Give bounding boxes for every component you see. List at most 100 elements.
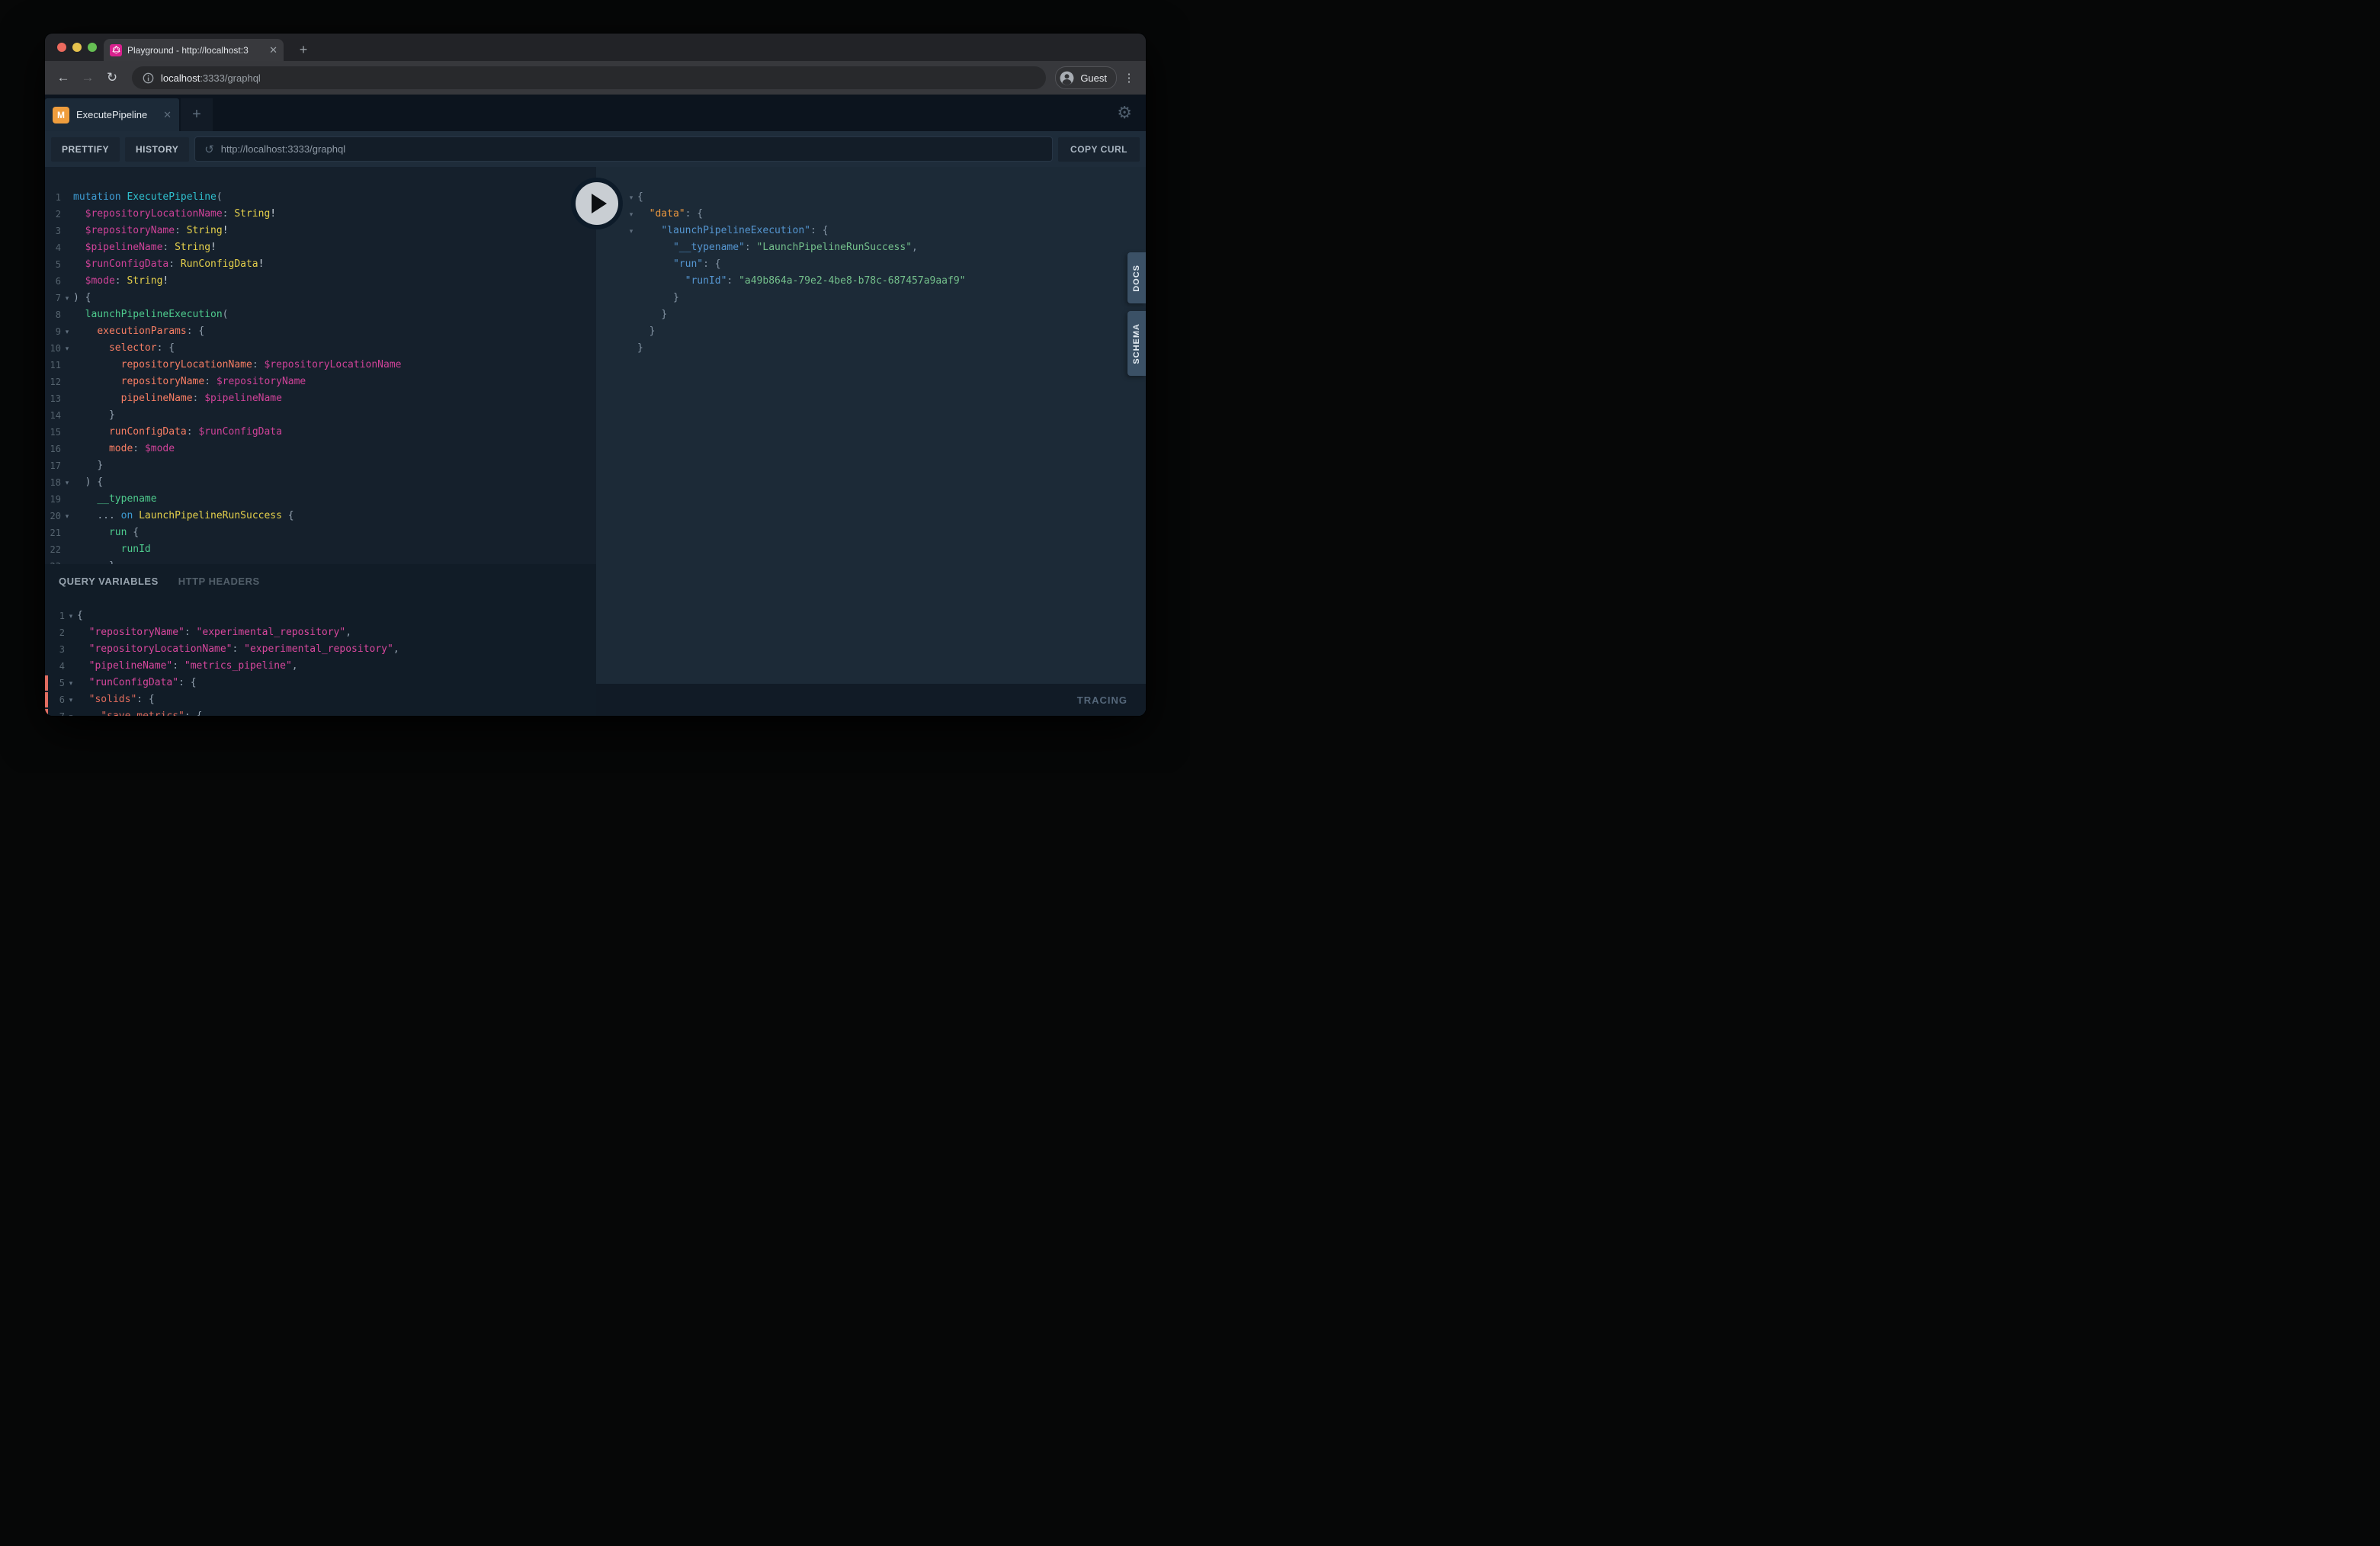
- code-line: 11 repositoryLocationName: $repositoryLo…: [45, 357, 596, 374]
- code-text: }: [637, 323, 1146, 340]
- play-circle: [576, 182, 618, 225]
- profile-label: Guest: [1080, 72, 1107, 84]
- line-number: 14: [45, 410, 61, 421]
- code-text: "repositoryName": "experimental_reposito…: [77, 624, 596, 641]
- code-text: "run": {: [637, 256, 1146, 273]
- code-line: 9▾ executionParams: {: [45, 323, 596, 340]
- fold-arrow-icon[interactable]: ▾: [61, 474, 73, 491]
- fold-arrow-icon[interactable]: ▾: [625, 223, 637, 239]
- address-bar[interactable]: localhost:3333/graphql: [132, 66, 1046, 89]
- code-text: }: [637, 340, 1146, 357]
- line-number: 3: [45, 226, 61, 236]
- settings-gear-icon[interactable]: ⚙: [1117, 104, 1146, 121]
- site-info-icon[interactable]: [143, 72, 154, 84]
- schema-side-tab[interactable]: SCHEMA: [1127, 311, 1146, 376]
- code-line: 20▾ ... on LaunchPipelineRunSuccess {: [45, 508, 596, 524]
- code-text: "runConfigData": {: [77, 675, 596, 691]
- tracing-label[interactable]: TRACING: [1077, 694, 1127, 706]
- fold-arrow-icon[interactable]: ▾: [625, 189, 637, 206]
- close-window-button[interactable]: [57, 43, 66, 52]
- reset-endpoint-icon[interactable]: ↺: [204, 143, 214, 156]
- line-number: 19: [45, 494, 61, 505]
- error-indicator: [45, 692, 48, 707]
- code-text: executionParams: {: [73, 323, 596, 340]
- code-line: 5▾ "runConfigData": {: [45, 675, 596, 691]
- playground-toolbar: PRETTIFY HISTORY ↺ http://localhost:3333…: [45, 131, 1146, 167]
- code-text: run {: [73, 524, 596, 541]
- line-number: 1: [45, 611, 65, 621]
- back-icon[interactable]: ←: [53, 67, 74, 88]
- graphql-playground: M ExecutePipeline ✕ + ⚙ PRETTIFY HISTORY…: [45, 95, 1146, 716]
- query-editor[interactable]: 1mutation ExecutePipeline(2 $repositoryL…: [45, 167, 596, 564]
- code-line: 10▾ selector: {: [45, 340, 596, 357]
- code-text: "data": {: [637, 206, 1146, 223]
- line-number: 21: [45, 528, 61, 538]
- tab-close-icon[interactable]: ✕: [269, 45, 277, 55]
- code-line: 17 }: [45, 457, 596, 474]
- browser-tab[interactable]: Playground - http://localhost:3 ✕: [104, 39, 284, 61]
- code-line: 7▾) {: [45, 290, 596, 306]
- code-text: }: [73, 457, 596, 474]
- line-number: 12: [45, 377, 61, 387]
- code-text: $repositoryLocationName: String!: [73, 206, 596, 223]
- line-number: 11: [45, 360, 61, 370]
- code-text: pipelineName: $pipelineName: [73, 390, 596, 407]
- minimize-window-button[interactable]: [72, 43, 82, 52]
- playground-main: 1mutation ExecutePipeline(2 $repositoryL…: [45, 167, 1146, 716]
- code-line: 13 pipelineName: $pipelineName: [45, 390, 596, 407]
- fold-arrow-icon[interactable]: ▾: [61, 508, 73, 524]
- fold-arrow-icon[interactable]: ▾: [625, 206, 637, 223]
- response-pane[interactable]: ▾{▾ "data": {▾ "launchPipelineExecution"…: [596, 167, 1146, 684]
- line-number: 6: [45, 276, 61, 287]
- fold-arrow-icon[interactable]: ▾: [65, 608, 77, 624]
- code-line: 3 $repositoryName: String!: [45, 223, 596, 239]
- browser-menu-icon[interactable]: ⋮: [1120, 69, 1138, 87]
- code-text: __typename: [73, 491, 596, 508]
- playground-new-tab-button[interactable]: +: [181, 98, 213, 131]
- fold-arrow-icon[interactable]: ▾: [61, 340, 73, 357]
- endpoint-input[interactable]: ↺ http://localhost:3333/graphql: [194, 136, 1053, 162]
- docs-side-tab[interactable]: DOCS: [1127, 252, 1146, 303]
- fold-arrow-icon[interactable]: ▾: [65, 708, 77, 716]
- profile-button[interactable]: Guest: [1055, 66, 1117, 89]
- line-number: 17: [45, 460, 61, 471]
- history-button[interactable]: HISTORY: [125, 137, 189, 162]
- fold-arrow-icon[interactable]: ▾: [61, 323, 73, 340]
- graphql-favicon-icon: [110, 44, 122, 56]
- code-line: 21 run {: [45, 524, 596, 541]
- line-number: 15: [45, 427, 61, 438]
- code-text: "solids": {: [77, 691, 596, 708]
- code-line: 4 $pipelineName: String!: [45, 239, 596, 256]
- code-text: }: [73, 407, 596, 424]
- playground-tab-close-icon[interactable]: ✕: [163, 109, 172, 121]
- line-number: 22: [45, 544, 61, 555]
- line-number: 23: [45, 561, 61, 564]
- tab-query-variables[interactable]: QUERY VARIABLES: [59, 576, 159, 587]
- fold-arrow-icon[interactable]: ▾: [61, 290, 73, 306]
- line-number: 4: [45, 661, 65, 672]
- new-tab-button[interactable]: +: [294, 40, 313, 59]
- reload-icon[interactable]: ↻: [101, 67, 123, 88]
- code-line: ▾ "data": {: [596, 206, 1146, 223]
- line-number: 9: [45, 326, 61, 337]
- screenshot-stage: Playground - http://localhost:3 ✕ + ← → …: [0, 0, 1190, 773]
- code-line: 15 runConfigData: $runConfigData: [45, 424, 596, 441]
- tab-http-headers[interactable]: HTTP HEADERS: [178, 576, 260, 587]
- code-line: 1▾{: [45, 608, 596, 624]
- forward-icon[interactable]: →: [77, 67, 98, 88]
- copy-curl-button[interactable]: COPY CURL: [1058, 137, 1140, 162]
- playground-tab-executepipeline[interactable]: M ExecutePipeline ✕: [45, 98, 179, 131]
- code-text: "runId": "a49b864a-79e2-4be8-b78c-687457…: [637, 273, 1146, 290]
- code-text: }: [637, 290, 1146, 306]
- prettify-button[interactable]: PRETTIFY: [51, 137, 120, 162]
- variables-editor[interactable]: 1▾{2 "repositoryName": "experimental_rep…: [45, 598, 596, 716]
- execute-button[interactable]: [571, 178, 623, 229]
- code-text: selector: {: [73, 340, 596, 357]
- variables-panel: QUERY VARIABLES HTTP HEADERS 1▾{2 "repos…: [45, 564, 596, 716]
- maximize-window-button[interactable]: [88, 43, 97, 52]
- line-number: 2: [45, 209, 61, 220]
- window-controls: [57, 43, 97, 52]
- fold-arrow-icon[interactable]: ▾: [65, 675, 77, 691]
- fold-arrow-icon[interactable]: ▾: [65, 691, 77, 708]
- code-text: repositoryName: $repositoryName: [73, 374, 596, 390]
